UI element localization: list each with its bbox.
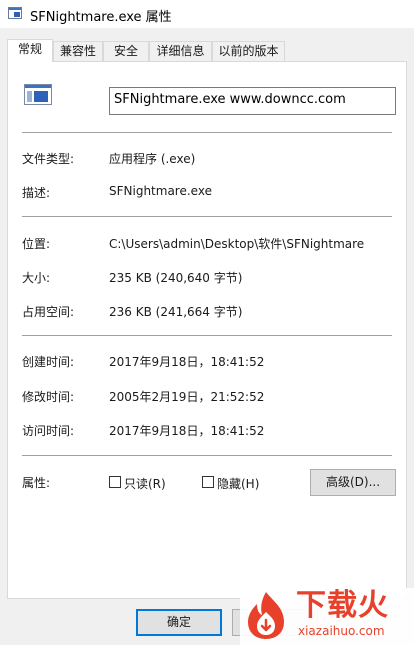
size-value: 235 KB (240,640 字节) <box>109 271 243 285</box>
title-bar: SFNightmare.exe 属性 <box>0 0 414 28</box>
separator <box>22 335 392 336</box>
file-type-value: 应用程序 (.exe) <box>109 152 196 166</box>
file-type-label: 文件类型: <box>22 152 75 166</box>
watermark: 下载火 xiazaihuo.com <box>240 588 414 645</box>
watermark-url: xiazaihuo.com <box>298 624 385 638</box>
hidden-checkbox[interactable] <box>202 476 214 488</box>
readonly-label[interactable]: 只读(R) <box>124 475 166 492</box>
modified-value: 2005年2月19日，21:52:52 <box>109 390 265 404</box>
description-value: SFNightmare.exe <box>109 184 212 198</box>
location-label: 位置: <box>22 237 51 251</box>
accessed-label: 访问时间: <box>22 424 75 438</box>
exe-file-icon <box>24 84 52 105</box>
tab-compatibility[interactable]: 兼容性 <box>53 41 103 61</box>
file-name-field[interactable]: SFNightmare.exe www.downcc.com <box>109 87 396 115</box>
separator <box>22 216 392 217</box>
disk-size-value: 236 KB (241,664 字节) <box>109 305 243 319</box>
attributes-label: 属性: <box>22 476 51 490</box>
readonly-checkbox[interactable] <box>109 476 121 488</box>
accessed-value: 2017年9月18日，18:41:52 <box>109 424 265 438</box>
general-panel: SFNightmare.exe www.downcc.com 文件类型: 应用程… <box>7 61 407 599</box>
modified-label: 修改时间: <box>22 390 75 404</box>
tab-previous-versions[interactable]: 以前的版本 <box>212 41 285 61</box>
separator <box>22 455 392 456</box>
window-title: SFNightmare.exe 属性 <box>30 10 172 25</box>
tab-security[interactable]: 安全 <box>103 41 149 61</box>
application-window-icon <box>8 7 22 19</box>
location-value: C:\Users\admin\Desktop\软件\SFNightmare <box>109 237 365 251</box>
separator <box>22 132 392 133</box>
tab-general[interactable]: 常规 <box>7 39 53 62</box>
hidden-label[interactable]: 隐藏(H) <box>217 475 259 492</box>
description-label: 描述: <box>22 186 51 200</box>
created-value: 2017年9月18日，18:41:52 <box>109 355 265 369</box>
disk-size-label: 占用空间: <box>22 305 75 319</box>
watermark-text: 下载火 <box>296 588 389 623</box>
flame-logo-icon <box>248 592 284 639</box>
advanced-button[interactable]: 高级(D)... <box>310 469 396 496</box>
created-label: 创建时间: <box>22 355 75 369</box>
size-label: 大小: <box>22 271 51 285</box>
ok-button[interactable]: 确定 <box>136 609 222 636</box>
tab-details[interactable]: 详细信息 <box>149 41 212 61</box>
